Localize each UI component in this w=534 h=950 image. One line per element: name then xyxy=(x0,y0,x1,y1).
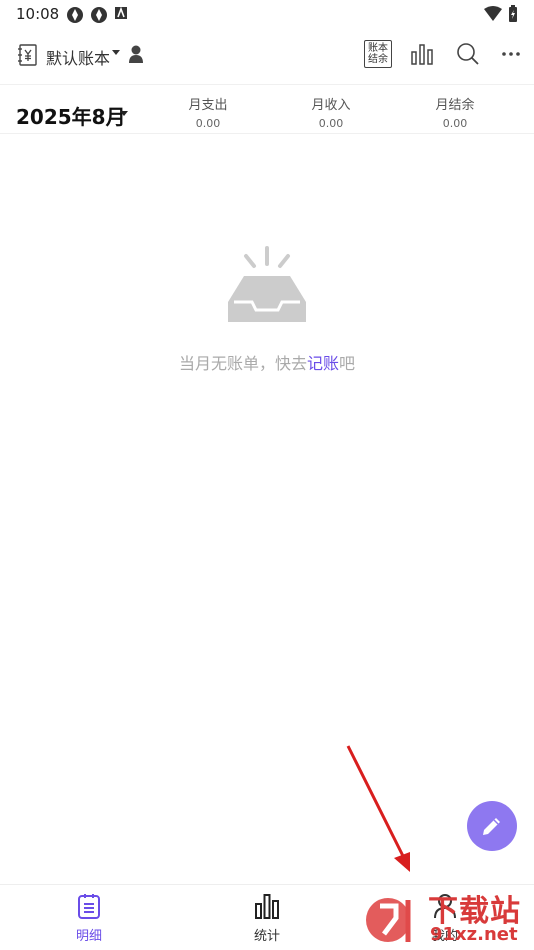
status-time: 10:08 xyxy=(16,5,60,23)
ledger-balance-button[interactable]: 账本 结余 xyxy=(364,40,392,68)
bar-chart-icon xyxy=(255,894,279,919)
income-label: 月收入 xyxy=(311,98,351,113)
ledger-balance-label-2: 结余 xyxy=(368,54,388,65)
add-record-link[interactable]: 记账 xyxy=(307,354,339,373)
ledger-book-icon[interactable] xyxy=(18,44,38,66)
clipboard-list-icon xyxy=(78,894,100,919)
income-stat: 月收入 0.00 xyxy=(291,94,371,130)
empty-state-message: 当月无账单，快去记账吧 xyxy=(0,350,534,374)
balance-value: 0.00 xyxy=(442,117,468,130)
month-summary: 2025年8月 月支出 0.00 月收入 0.00 月结余 0.00 xyxy=(0,84,534,134)
pencil-icon xyxy=(483,818,500,835)
more-icon[interactable] xyxy=(502,52,520,56)
app-bar: 默认账本 账本 结余 xyxy=(0,30,534,80)
sync-icon xyxy=(67,7,83,23)
add-record-button[interactable] xyxy=(467,801,517,851)
app-notification-icon xyxy=(115,6,127,19)
balance-label: 月结余 xyxy=(435,98,475,113)
balance-stat: 月结余 0.00 xyxy=(415,94,495,130)
bar-chart-icon[interactable] xyxy=(410,42,434,66)
empty-state-text-end: 吧 xyxy=(339,354,356,373)
tab-detail-label: 明细 xyxy=(75,929,102,944)
empty-state-text: 当月无账单，快去 xyxy=(178,354,307,373)
tab-stats-label: 统计 xyxy=(253,929,280,944)
month-picker[interactable]: 2025年8月 xyxy=(16,101,126,130)
ledger-balance-label-1: 账本 xyxy=(368,43,388,54)
annotation-arrow xyxy=(346,745,410,872)
empty-inbox-icon xyxy=(228,246,306,322)
ledger-name[interactable]: 默认账本 xyxy=(46,45,110,69)
expense-stat: 月支出 0.00 xyxy=(168,94,248,130)
expense-label: 月支出 xyxy=(188,98,228,113)
wifi-icon xyxy=(484,6,502,21)
user-icon[interactable] xyxy=(128,44,144,64)
status-bar: 10:08 xyxy=(0,0,534,28)
expense-value: 0.00 xyxy=(195,117,221,130)
income-value: 0.00 xyxy=(318,117,344,130)
search-icon[interactable] xyxy=(456,42,480,66)
sync-icon xyxy=(91,7,107,23)
tab-detail[interactable]: 明细 xyxy=(39,893,139,944)
battery-icon xyxy=(509,5,517,22)
watermark-url: 91xz.net xyxy=(430,924,518,945)
tab-stats[interactable]: 统计 xyxy=(217,893,317,944)
chevron-down-icon[interactable] xyxy=(120,111,128,116)
chevron-down-icon[interactable] xyxy=(112,50,120,55)
